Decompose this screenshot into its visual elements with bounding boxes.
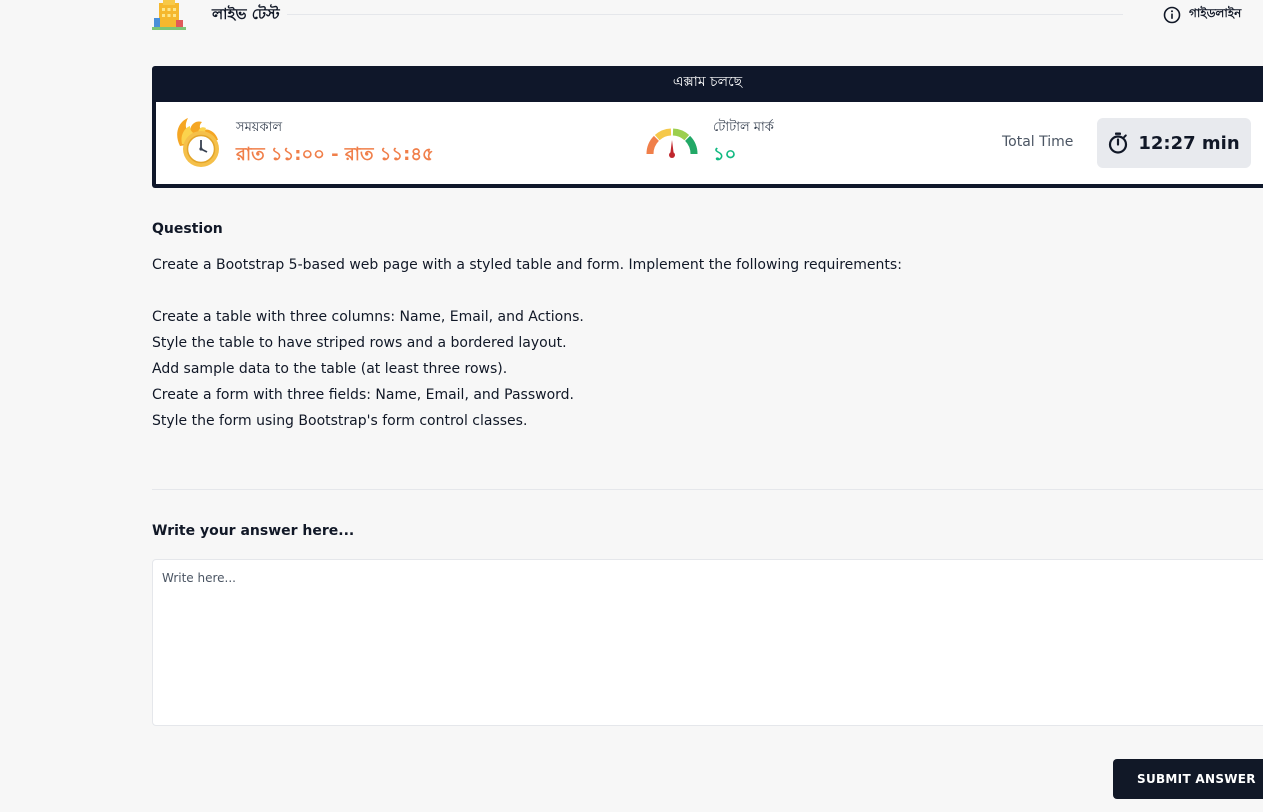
submit-answer-button[interactable]: SUBMIT ANSWER: [1113, 759, 1263, 799]
question-line: Create a table with three columns: Name,…: [152, 309, 584, 325]
page-title: লাইভ টেস্ট: [212, 5, 280, 23]
exam-info-card: এক্সাম চলছে সময়কাল রাত ১১:০০ - রাত ১১:৪…: [152, 66, 1263, 188]
duration-label: সময়কাল: [236, 120, 283, 135]
question-line: Style the form using Bootstrap's form co…: [152, 413, 528, 429]
question-line: [152, 278, 1202, 304]
total-marks-label: টোটাল মার্ক: [713, 120, 774, 135]
exam-status-banner: এক্সাম চলছে: [672, 74, 743, 90]
guideline-label: গাইডলাইন: [1189, 6, 1242, 20]
clock-icon: [177, 118, 219, 167]
total-marks-value: ১০: [713, 144, 737, 165]
exam-info-body: সময়কাল রাত ১১:০০ - রাত ১১:৪৫ টোটাল মার্…: [156, 102, 1263, 184]
info-icon: [1163, 6, 1181, 24]
stopwatch-icon: [1109, 132, 1128, 154]
gauge-icon: [646, 128, 698, 158]
header-divider: [287, 14, 1123, 15]
answer-textarea[interactable]: [152, 559, 1263, 726]
section-divider: [152, 489, 1263, 490]
question-line: Style the table to have striped rows and…: [152, 335, 567, 351]
question-heading: Question: [152, 221, 223, 237]
question-line: Add sample data to the table (at least t…: [152, 361, 508, 377]
question-line: Create a Bootstrap 5-based web page with…: [152, 257, 902, 273]
answer-label: Write your answer here...: [152, 523, 355, 539]
duration-value: রাত ১১:০০ - রাত ১১:৪৫: [236, 144, 434, 165]
total-time-label: Total Time: [1002, 134, 1074, 150]
question-text: Create a Bootstrap 5-based web page with…: [152, 252, 1202, 434]
building-icon: [152, 0, 186, 30]
timer-value: 12:27 min: [1138, 132, 1240, 154]
guideline-button[interactable]: গাইডলাইন: [1163, 4, 1241, 26]
page-header: লাইভ টেস্ট গাইডলাইন: [152, 0, 1263, 32]
timer-display: 12:27 min: [1097, 118, 1251, 168]
question-line: Create a form with three fields: Name, E…: [152, 387, 574, 403]
